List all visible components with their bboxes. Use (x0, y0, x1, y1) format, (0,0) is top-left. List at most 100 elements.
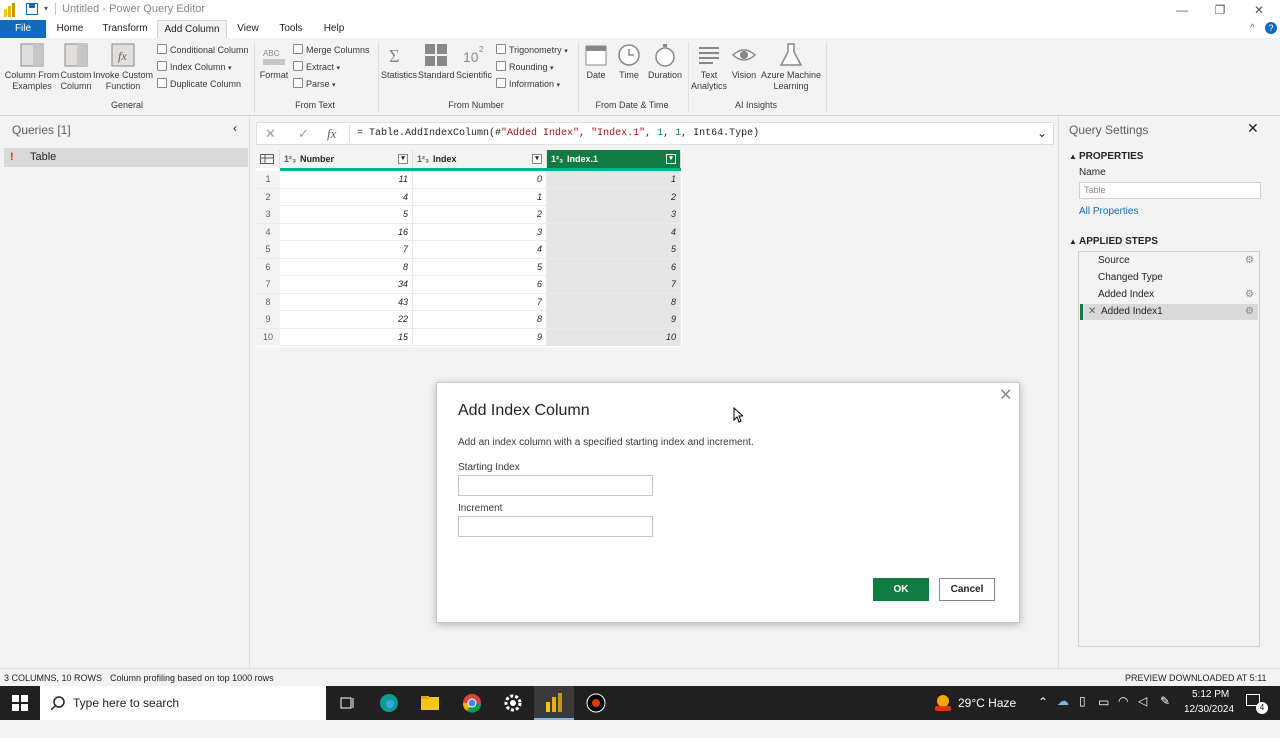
extract-button[interactable]: Extract ▾ (293, 59, 340, 75)
restore-button[interactable]: ❐ (1201, 0, 1239, 20)
volume-icon[interactable]: ◁ (1138, 694, 1147, 728)
row-number[interactable]: 5 (256, 241, 280, 258)
onedrive-icon[interactable]: ☁ (1057, 694, 1069, 728)
collapse-steps-icon[interactable]: ▲ (1069, 237, 1077, 246)
close-dialog-icon[interactable]: ✕ (999, 385, 1012, 405)
delete-step-icon[interactable]: ✕ (1088, 304, 1096, 320)
conditional-column-button[interactable]: Conditional Column (157, 42, 249, 58)
tab-transform[interactable]: Transform (98, 20, 152, 38)
time-button[interactable]: Time (614, 42, 644, 81)
statistics-button[interactable]: Σ Statistics (381, 42, 417, 81)
table-cell[interactable]: 16 (280, 223, 413, 241)
column-from-examples-button[interactable]: Column From Examples (4, 42, 60, 92)
row-number[interactable]: 3 (256, 206, 280, 223)
merge-columns-button[interactable]: Merge Columns (293, 42, 370, 58)
cancel-formula-icon[interactable]: ✕ (265, 126, 276, 142)
column-header-number[interactable]: 1²₃ Number ▾ (280, 150, 413, 168)
tab-add-column[interactable]: Add Column (157, 20, 227, 38)
table-cell[interactable]: 6 (413, 276, 547, 293)
column-header-index-1[interactable]: 1²₃ Index.1 ▾ (547, 150, 681, 168)
power-bi-taskbar-highlight[interactable] (534, 686, 574, 720)
standard-button[interactable]: Standard (418, 42, 455, 81)
table-cell[interactable]: 4 (547, 223, 681, 241)
date-button[interactable]: Date (581, 42, 611, 81)
table-menu-header[interactable] (256, 150, 280, 168)
index-column-button[interactable]: Index Column ▾ (157, 59, 232, 75)
table-row[interactable]: 1 11 0 1 (256, 171, 682, 189)
scientific-button[interactable]: 10 2 Scientific (455, 42, 493, 81)
table-cell[interactable]: 5 (280, 206, 413, 223)
wifi-icon[interactable]: ◠ (1118, 694, 1128, 728)
row-number[interactable]: 2 (256, 188, 280, 206)
column-filter-icon[interactable]: ▾ (398, 154, 408, 164)
recorder-app-icon[interactable] (585, 692, 607, 714)
table-cell[interactable]: 7 (547, 276, 681, 293)
table-cell[interactable]: 8 (547, 293, 681, 311)
invoke-custom-function-button[interactable]: fx Invoke Custom Function (92, 42, 154, 92)
table-row[interactable]: 8 43 7 8 (256, 293, 682, 311)
table-row[interactable]: 6856 (256, 258, 682, 276)
collapse-properties-icon[interactable]: ▲ (1069, 152, 1077, 161)
weather-text[interactable]: 29°C Haze (958, 696, 1016, 730)
edge-browser-icon[interactable] (378, 692, 400, 714)
format-button[interactable]: ABC Format (258, 42, 290, 81)
row-number[interactable]: 10 (256, 328, 280, 346)
settings-gear-icon[interactable] (502, 692, 524, 714)
table-cell[interactable]: 7 (413, 293, 547, 311)
step-changed-type[interactable]: Changed Type (1080, 270, 1258, 286)
table-cell[interactable]: 4 (280, 188, 413, 206)
row-number[interactable]: 7 (256, 276, 280, 293)
formula-text[interactable]: = Table.AddIndexColumn(#"Added Index", "… (357, 128, 759, 139)
ribbon-collapse-icon[interactable]: ^ (1250, 23, 1255, 34)
minimize-button[interactable]: — (1163, 0, 1201, 20)
pen-icon[interactable]: ✎ (1160, 694, 1170, 728)
gear-icon[interactable]: ⚙ (1245, 304, 1254, 320)
duplicate-column-button[interactable]: Duplicate Column (157, 76, 241, 92)
table-cell[interactable]: 9 (413, 328, 547, 346)
row-number[interactable]: 1 (256, 171, 280, 188)
cancel-button[interactable]: Cancel (939, 578, 995, 601)
profiling-scope[interactable]: Column profiling based on top 1000 rows (110, 669, 274, 687)
table-cell[interactable]: 7 (280, 241, 413, 258)
table-cell[interactable]: 9 (547, 311, 681, 328)
table-row[interactable]: 3523 (256, 206, 682, 224)
table-row[interactable]: 10 15 9 10 (256, 328, 682, 346)
table-cell[interactable]: 10 (547, 328, 681, 346)
tab-tools[interactable]: Tools (275, 20, 307, 38)
taskbar-search-box[interactable]: Type here to search (40, 686, 326, 720)
table-row[interactable]: 9 22 8 9 (256, 311, 682, 329)
table-cell[interactable]: 1 (547, 171, 681, 188)
gear-icon[interactable]: ⚙ (1245, 287, 1254, 303)
file-explorer-icon[interactable] (419, 692, 441, 714)
table-cell[interactable]: 0 (413, 171, 547, 188)
table-cell[interactable]: 15 (280, 328, 413, 346)
all-properties-link[interactable]: All Properties (1079, 206, 1138, 217)
table-cell[interactable]: 43 (280, 293, 413, 311)
rounding-button[interactable]: Rounding ▾ (496, 59, 554, 75)
table-row[interactable]: 4 16 3 4 (256, 223, 682, 241)
row-number[interactable]: 9 (256, 311, 280, 328)
table-cell[interactable]: 8 (413, 311, 547, 328)
table-row[interactable]: 5745 (256, 241, 682, 259)
confirm-formula-icon[interactable]: ✓ (298, 126, 309, 142)
table-cell[interactable]: 4 (413, 241, 547, 258)
column-header-index[interactable]: 1²₃ Index ▾ (413, 150, 547, 168)
table-cell[interactable]: 22 (280, 311, 413, 328)
duration-button[interactable]: Duration (646, 42, 684, 81)
table-cell[interactable]: 2 (413, 206, 547, 223)
step-source[interactable]: Source ⚙ (1080, 253, 1258, 269)
row-number[interactable]: 4 (256, 223, 280, 241)
step-added-index1[interactable]: ✕ Added Index1 ⚙ (1080, 304, 1258, 320)
expand-formula-icon[interactable]: ⌄ (1037, 126, 1047, 140)
table-cell[interactable]: 3 (547, 206, 681, 223)
table-cell[interactable]: 3 (413, 223, 547, 241)
battery-icon[interactable]: ▭ (1098, 695, 1109, 729)
information-button[interactable]: Information ▾ (496, 76, 560, 92)
table-cell[interactable]: 1 (413, 188, 547, 206)
ok-button[interactable]: OK (873, 578, 929, 601)
azure-ml-button[interactable]: Azure Machine Learning (760, 42, 822, 92)
save-icon[interactable] (26, 3, 38, 15)
step-added-index[interactable]: Added Index ⚙ (1080, 287, 1258, 303)
formula-bar[interactable]: ✕ ✓ fx = Table.AddIndexColumn(#"Added In… (256, 122, 1054, 145)
clock-date[interactable]: 12/30/2024 (1184, 704, 1234, 738)
